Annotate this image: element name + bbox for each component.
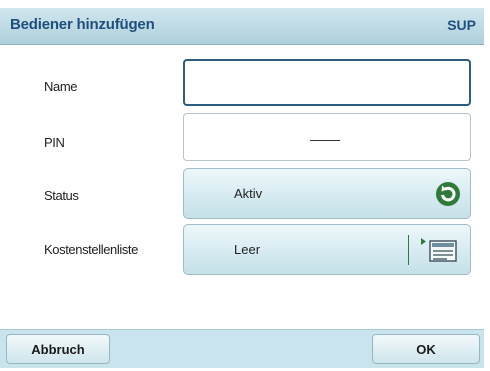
refresh-icon	[434, 180, 462, 208]
list-icon	[418, 235, 462, 265]
cost-center-list-button[interactable]: Leer	[183, 224, 471, 275]
name-label: Name	[44, 79, 78, 94]
button-separator	[408, 235, 409, 265]
cost-center-list-value: Leer	[234, 242, 261, 257]
pin-placeholder-dash	[310, 140, 340, 141]
title-bar: Bediener hinzufügen SUP	[0, 8, 484, 45]
status-value: Aktiv	[234, 186, 263, 201]
page-title: Bediener hinzufügen	[10, 16, 155, 33]
status-label: Status	[44, 188, 79, 203]
cancel-button-label: Abbruch	[31, 342, 85, 357]
name-input[interactable]	[183, 59, 471, 106]
ok-button[interactable]: OK	[372, 334, 480, 364]
pin-label: PIN	[44, 135, 65, 150]
pin-input[interactable]	[183, 113, 471, 161]
status-toggle-button[interactable]: Aktiv	[183, 168, 471, 219]
cost-center-list-label: Kostenstellenliste	[44, 242, 138, 257]
add-operator-screen: Bediener hinzufügen SUP Name PIN Status …	[0, 0, 490, 371]
cancel-button[interactable]: Abbruch	[6, 334, 110, 364]
bottom-action-bar: Abbruch OK	[0, 329, 484, 368]
ok-button-label: OK	[416, 342, 436, 357]
user-role-badge: SUP	[447, 17, 476, 33]
